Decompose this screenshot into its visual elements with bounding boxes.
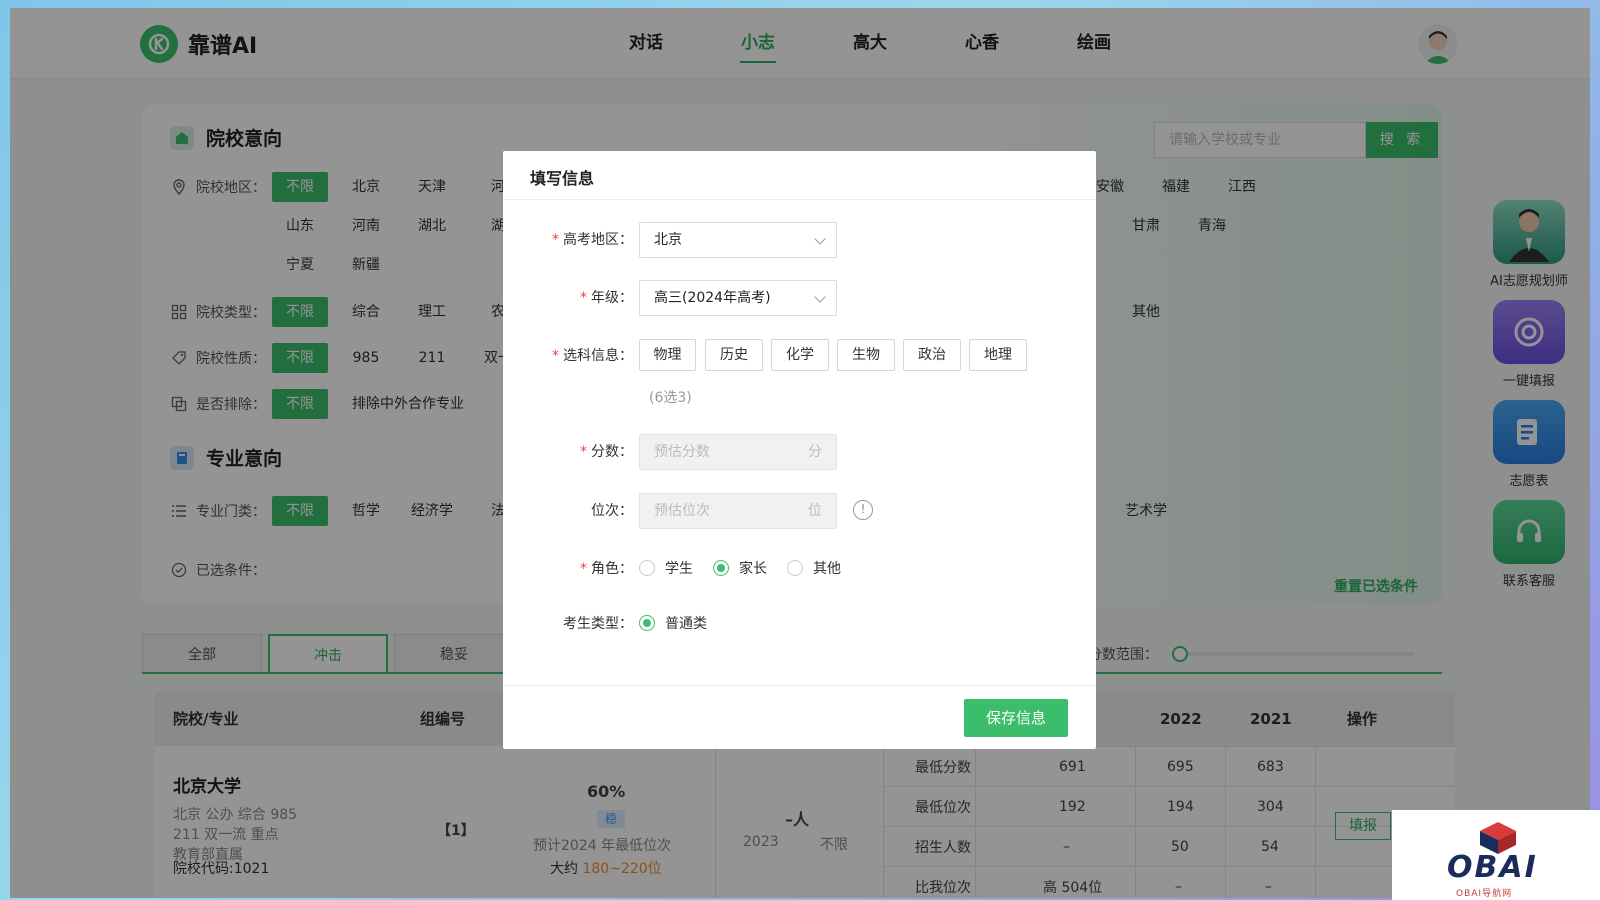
modal-divider xyxy=(503,199,1096,200)
info-modal: 填写信息 * 高考地区： 北京 * 年级： 高三(2024年高考) * 选科信息： 物… xyxy=(503,151,1096,749)
subject-chemistry[interactable]: 化学 xyxy=(771,339,829,371)
role-parent-radio[interactable]: 家长 xyxy=(713,558,767,578)
subject-physics[interactable]: 物理 xyxy=(639,339,696,371)
rank-field-label: 位次： xyxy=(591,503,633,519)
save-info-button[interactable]: 保存信息 xyxy=(964,699,1068,737)
region-field-label: * 高考地区： xyxy=(552,232,633,248)
candidate-type-label: 考生类型： xyxy=(563,616,633,632)
subjects-field-label: * 选科信息： xyxy=(552,348,633,364)
subject-history[interactable]: 历史 xyxy=(705,339,763,371)
subject-politics[interactable]: 政治 xyxy=(903,339,961,371)
role-student-radio[interactable]: 学生 xyxy=(639,558,693,578)
radio-selected-icon xyxy=(639,615,655,631)
modal-footer-divider xyxy=(503,685,1096,686)
score-input[interactable]: 预估分数分 xyxy=(639,434,837,470)
type-regular-radio[interactable]: 普通类 xyxy=(639,613,707,633)
grade-field-label: * 年级： xyxy=(580,290,633,306)
watermark: OBAI OBAI导航网 xyxy=(1392,810,1600,900)
chevron-down-icon xyxy=(814,233,826,245)
info-icon[interactable]: ! xyxy=(853,500,873,520)
radio-icon xyxy=(639,560,655,576)
modal-title: 填写信息 xyxy=(530,169,595,188)
score-field-label: * 分数： xyxy=(580,444,633,460)
watermark-subtext: OBAI导航网 xyxy=(1456,889,1513,899)
subject-geography[interactable]: 地理 xyxy=(969,339,1027,371)
role-field-label: * 角色： xyxy=(580,561,633,577)
exam-region-select[interactable]: 北京 xyxy=(639,222,837,258)
rank-input[interactable]: 预估位次位 xyxy=(639,493,837,529)
watermark-text: OBAI xyxy=(1447,850,1538,885)
role-other-radio[interactable]: 其他 xyxy=(787,558,841,578)
radio-icon xyxy=(787,560,803,576)
radio-selected-icon xyxy=(713,560,729,576)
subjects-hint: (6选3) xyxy=(649,390,692,406)
chevron-down-icon xyxy=(814,291,826,303)
subject-biology[interactable]: 生物 xyxy=(837,339,895,371)
grade-select[interactable]: 高三(2024年高考) xyxy=(639,280,837,316)
